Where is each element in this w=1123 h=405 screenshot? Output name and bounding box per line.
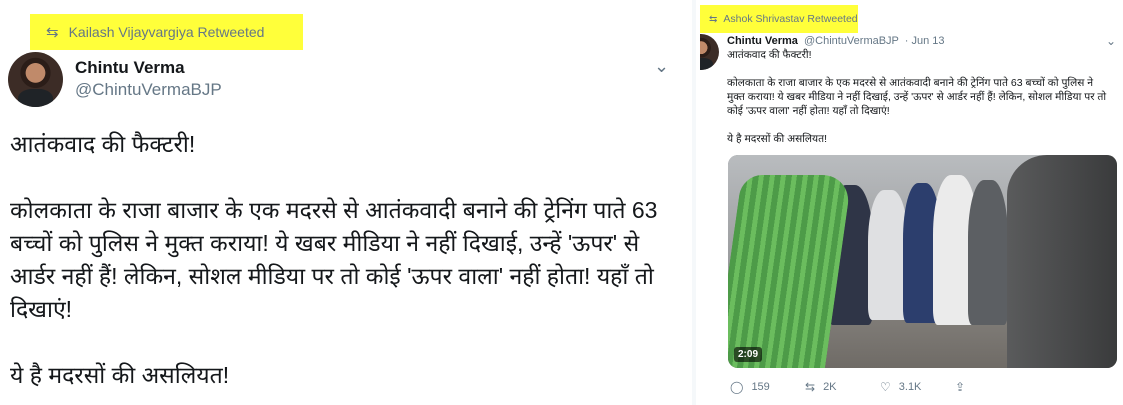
- tweet-date[interactable]: · Jun 13: [905, 35, 945, 47]
- chevron-down-icon[interactable]: ⌄: [654, 56, 669, 77]
- video-figure-foreground: [1007, 155, 1117, 368]
- tweet-paragraph: आतंकवाद की फैक्टरी!: [10, 131, 196, 157]
- tweet-text: आतंकवाद की फैक्टरी! कोलकाता के राजा बाजा…: [727, 48, 1112, 160]
- video-figure: [868, 190, 908, 320]
- retweet-button[interactable]: ⇆ 2K: [805, 380, 880, 394]
- author-name[interactable]: Chintu Verma: [727, 35, 798, 47]
- like-button[interactable]: ♡ 3.1K: [880, 380, 955, 394]
- author-name[interactable]: Chintu Verma: [75, 58, 185, 78]
- tweet-paragraph: कोलकाता के राजा बाजार के एक मदरसे से आतं…: [727, 77, 1107, 117]
- author-handle[interactable]: @ChintuVermaBJP: [804, 35, 899, 47]
- retweet-icon: ⇆: [46, 24, 59, 41]
- tweet-paragraph: कोलकाता के राजा बाजार के एक मदरसे से आतं…: [10, 197, 658, 322]
- retweet-count: 2K: [823, 381, 837, 393]
- tweet-paragraph: ये है मदरसों की असलियत!: [727, 133, 828, 145]
- tweet-actions: ◯ 159 ⇆ 2K ♡ 3.1K ⇪: [730, 380, 1110, 394]
- avatar[interactable]: [700, 34, 719, 70]
- chevron-down-icon[interactable]: ⌄: [1106, 34, 1116, 48]
- divider: [692, 0, 696, 405]
- video-duration: 2:09: [734, 347, 763, 362]
- heart-icon: ♡: [880, 380, 891, 394]
- reply-icon: ◯: [730, 380, 744, 394]
- retweet-banner: ⇆ Ashok Shrivastav Retweeted: [700, 5, 858, 33]
- avatar[interactable]: [8, 52, 63, 107]
- video-figure: [968, 180, 1008, 325]
- right-tweet[interactable]: ⇆ Ashok Shrivastav Retweeted Chintu Verm…: [700, 0, 1123, 405]
- tweet-header: Chintu Verma @ChintuVermaBJP · Jun 13: [727, 35, 945, 47]
- retweet-icon: ⇆: [709, 13, 718, 25]
- retweet-banner: ⇆ Kailash Vijayvargiya Retweeted: [30, 14, 303, 50]
- tweet-paragraph: आतंकवाद की फैक्टरी!: [727, 49, 812, 61]
- reply-button[interactable]: ◯ 159: [730, 380, 805, 394]
- share-icon: ⇪: [955, 380, 966, 394]
- like-count: 3.1K: [898, 381, 922, 393]
- tweet-text: आतंकवाद की फैक्टरी! कोलकाता के राजा बाजा…: [10, 128, 680, 405]
- retweet-icon: ⇆: [805, 380, 816, 394]
- video-player[interactable]: 2:09: [728, 155, 1117, 368]
- retweet-banner-text[interactable]: Kailash Vijayvargiya Retweeted: [69, 24, 265, 40]
- author-handle[interactable]: @ChintuVermaBJP: [75, 80, 222, 100]
- left-tweet[interactable]: ⇆ Kailash Vijayvargiya Retweeted Chintu …: [0, 0, 690, 405]
- reply-count: 159: [751, 381, 770, 393]
- share-button[interactable]: ⇪: [955, 380, 973, 394]
- retweet-banner-text[interactable]: Ashok Shrivastav Retweeted: [723, 13, 857, 25]
- tweet-paragraph: ये है मदरसों की असलियत!: [10, 362, 230, 388]
